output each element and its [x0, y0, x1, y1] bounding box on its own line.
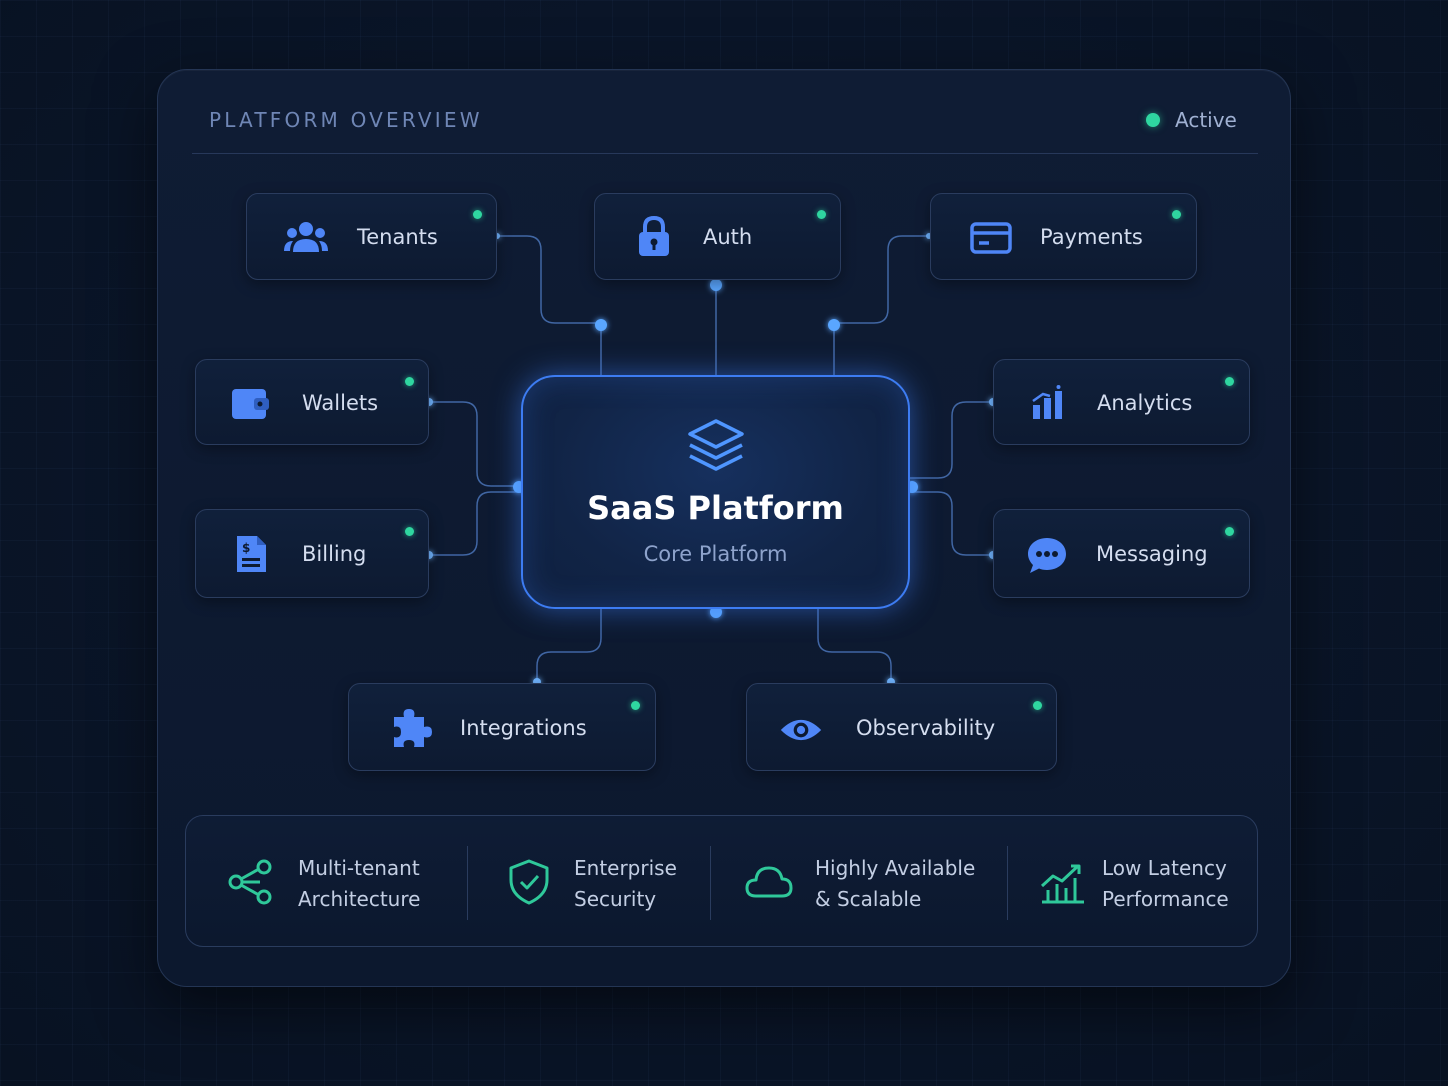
module-label: Billing	[302, 542, 367, 566]
layers-icon	[688, 419, 744, 471]
module-status-dot	[405, 377, 414, 386]
module-label: Integrations	[460, 716, 587, 740]
feature-multi-tenant: Multi-tenant Architecture	[186, 816, 468, 948]
module-label: Wallets	[302, 391, 379, 415]
feature-line1: Highly Available	[815, 856, 976, 880]
status-label: Active	[1175, 108, 1237, 132]
module-status-dot	[405, 527, 414, 536]
core-title: SaaS Platform	[587, 489, 844, 527]
shield-check-icon	[509, 859, 549, 905]
module-auth[interactable]: Auth	[594, 193, 841, 280]
feature-line2: Architecture	[298, 887, 421, 911]
bar-chart-icon	[1026, 381, 1070, 425]
eye-icon	[779, 708, 823, 752]
chat-bubble-icon	[1025, 533, 1069, 577]
status-dot-icon	[1146, 113, 1160, 127]
feature-line1: Enterprise	[574, 856, 677, 880]
panel-title: PLATFORM OVERVIEW	[209, 108, 483, 132]
module-label: Tenants	[357, 225, 438, 249]
feature-low-latency: Low Latency Performance	[1007, 816, 1259, 948]
feature-line1: Low Latency	[1102, 856, 1227, 880]
feature-bar: Multi-tenant Architecture Enterprise Sec…	[185, 815, 1258, 947]
feature-line2: Security	[574, 887, 657, 911]
wallet-icon	[228, 381, 272, 425]
module-label: Analytics	[1097, 391, 1193, 415]
users-icon	[284, 216, 328, 260]
svg-text:$: $	[242, 541, 250, 555]
credit-card-icon	[969, 216, 1013, 260]
feature-enterprise-security: Enterprise Security	[468, 816, 710, 948]
module-billing[interactable]: $ Billing	[195, 509, 429, 598]
status-indicator: Active	[1146, 108, 1237, 132]
puzzle-icon	[390, 706, 434, 750]
trend-chart-icon	[1040, 864, 1084, 904]
module-integrations[interactable]: Integrations	[348, 683, 656, 771]
share-nodes-icon	[228, 859, 272, 905]
module-label: Auth	[703, 225, 753, 249]
module-tenants[interactable]: Tenants	[246, 193, 497, 280]
module-wallets[interactable]: Wallets	[195, 359, 429, 445]
module-status-dot	[631, 701, 640, 710]
module-status-dot	[817, 210, 826, 219]
module-label: Messaging	[1096, 542, 1208, 566]
module-status-dot	[1225, 527, 1234, 536]
feature-line1: Multi-tenant	[298, 856, 420, 880]
core-subtitle: Core Platform	[643, 542, 788, 566]
cloud-icon	[745, 866, 793, 898]
module-status-dot	[1225, 377, 1234, 386]
module-analytics[interactable]: Analytics	[993, 359, 1250, 445]
module-messaging[interactable]: Messaging	[993, 509, 1250, 598]
feature-line2: Performance	[1102, 887, 1229, 911]
module-status-dot	[473, 210, 482, 219]
module-status-dot	[1172, 210, 1181, 219]
feature-line2: & Scalable	[815, 887, 922, 911]
module-label: Observability	[856, 716, 996, 740]
lock-icon	[632, 214, 676, 258]
module-status-dot	[1033, 701, 1042, 710]
core-platform-hub[interactable]: SaaS Platform Core Platform	[521, 375, 910, 609]
module-payments[interactable]: Payments	[930, 193, 1197, 280]
module-observability[interactable]: Observability	[746, 683, 1057, 771]
header-divider	[192, 153, 1258, 154]
invoice-icon: $	[229, 532, 273, 576]
module-label: Payments	[1040, 225, 1143, 249]
feature-high-availability: Highly Available & Scalable	[710, 816, 1007, 948]
